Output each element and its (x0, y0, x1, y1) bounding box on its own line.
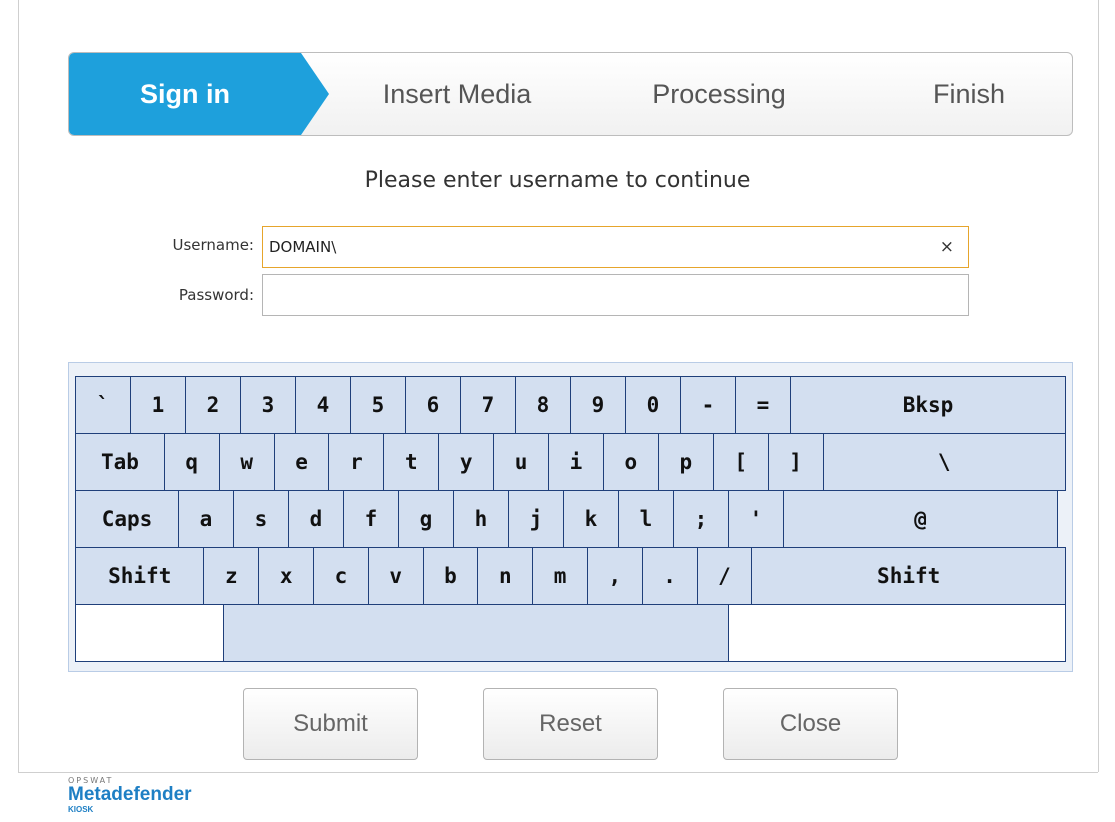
step-insert-media: Insert Media (382, 79, 532, 109)
clear-icon[interactable]: × (940, 237, 954, 257)
key-i[interactable]: i (548, 433, 604, 491)
key-semicolon[interactable]: ; (673, 490, 729, 548)
username-label: Username: (172, 236, 254, 254)
step-arrow-icon (301, 53, 329, 135)
progress-stepper: Sign in Insert Media Processing Finish (68, 52, 1073, 136)
key-slash[interactable]: / (696, 547, 753, 605)
key-equals[interactable]: = (735, 376, 791, 434)
page-prompt: Please enter username to continue (364, 168, 751, 193)
key-comma[interactable]: , (586, 547, 643, 605)
key-minus[interactable]: - (680, 376, 736, 434)
key-2[interactable]: 2 (185, 376, 241, 434)
keyboard-row-1: ` 1 2 3 4 5 6 7 8 9 0 - = Bksp (75, 376, 1066, 434)
key-backslash[interactable]: \ (822, 433, 1066, 491)
key-z[interactable]: z (203, 547, 260, 605)
key-space[interactable] (222, 604, 730, 662)
key-shift-left[interactable]: Shift (75, 547, 205, 605)
keyboard-row-4: Shift z x c v b n m , . / Shift (75, 547, 1067, 605)
key-r[interactable]: r (328, 433, 385, 491)
key-n[interactable]: n (477, 547, 534, 605)
key-a[interactable]: a (178, 490, 234, 548)
key-backtick[interactable]: ` (75, 376, 131, 434)
key-w[interactable]: w (218, 433, 275, 491)
key-c[interactable]: c (313, 547, 369, 605)
key-x[interactable]: x (258, 547, 315, 605)
keyboard-row-5 (75, 604, 1066, 662)
key-d[interactable]: d (288, 490, 344, 548)
key-g[interactable]: g (398, 490, 454, 548)
username-field-container: × (262, 226, 969, 268)
key-apostrophe[interactable]: ' (728, 490, 784, 548)
username-input[interactable] (263, 227, 935, 267)
submit-button[interactable]: Submit (243, 688, 418, 760)
key-9[interactable]: 9 (570, 376, 626, 434)
key-b[interactable]: b (422, 547, 479, 605)
step-finish: Finish (932, 79, 1006, 109)
key-s[interactable]: s (233, 490, 289, 548)
key-0[interactable]: 0 (625, 376, 681, 434)
key-t[interactable]: t (383, 433, 440, 491)
password-input[interactable] (263, 275, 935, 315)
key-u[interactable]: u (493, 433, 550, 491)
key-at[interactable]: @ (783, 490, 1058, 548)
key-f[interactable]: f (343, 490, 399, 548)
footer-divider (18, 772, 1098, 773)
key-blank-left[interactable] (75, 604, 224, 662)
key-shift-right[interactable]: Shift (751, 547, 1067, 605)
key-6[interactable]: 6 (405, 376, 461, 434)
password-field-container (262, 274, 969, 316)
key-backspace[interactable]: Bksp (790, 376, 1066, 434)
key-7[interactable]: 7 (460, 376, 516, 434)
key-h[interactable]: h (453, 490, 509, 548)
logo-product: Metadefender (68, 784, 192, 805)
key-3[interactable]: 3 (240, 376, 296, 434)
key-8[interactable]: 8 (515, 376, 571, 434)
key-q[interactable]: q (163, 433, 220, 491)
key-m[interactable]: m (532, 547, 588, 605)
key-period[interactable]: . (641, 547, 698, 605)
password-label: Password: (178, 286, 254, 304)
key-blank-right[interactable] (728, 604, 1066, 662)
key-5[interactable]: 5 (350, 376, 406, 434)
step-processing: Processing (652, 79, 786, 109)
key-l[interactable]: l (618, 490, 674, 548)
key-4[interactable]: 4 (295, 376, 351, 434)
key-v[interactable]: v (367, 547, 424, 605)
metadefender-logo: OPSWAT Metadefender KIOSK (68, 776, 192, 814)
logo-edition: KIOSK (68, 805, 94, 814)
key-y[interactable]: y (438, 433, 495, 491)
key-right-bracket[interactable]: ] (767, 433, 824, 491)
keyboard-row-3: Caps a s d f g h j k l ; ' @ (75, 490, 1066, 548)
key-j[interactable]: j (508, 490, 564, 548)
close-button[interactable]: Close (723, 688, 898, 760)
key-o[interactable]: o (602, 433, 659, 491)
key-caps[interactable]: Caps (75, 490, 179, 548)
key-e[interactable]: e (273, 433, 330, 491)
key-tab[interactable]: Tab (75, 433, 165, 491)
key-k[interactable]: k (563, 490, 619, 548)
key-p[interactable]: p (657, 433, 714, 491)
keyboard-row-2: Tab q w e r t y u i o p [ ] \ (75, 433, 1066, 491)
step-sign-in: Sign in (69, 53, 301, 135)
reset-button[interactable]: Reset (483, 688, 658, 760)
key-1[interactable]: 1 (130, 376, 186, 434)
key-left-bracket[interactable]: [ (712, 433, 769, 491)
frame-right-border (1098, 0, 1099, 772)
frame-left-border (18, 0, 19, 772)
on-screen-keyboard: ` 1 2 3 4 5 6 7 8 9 0 - = Bksp Tab q w e… (68, 362, 1073, 672)
